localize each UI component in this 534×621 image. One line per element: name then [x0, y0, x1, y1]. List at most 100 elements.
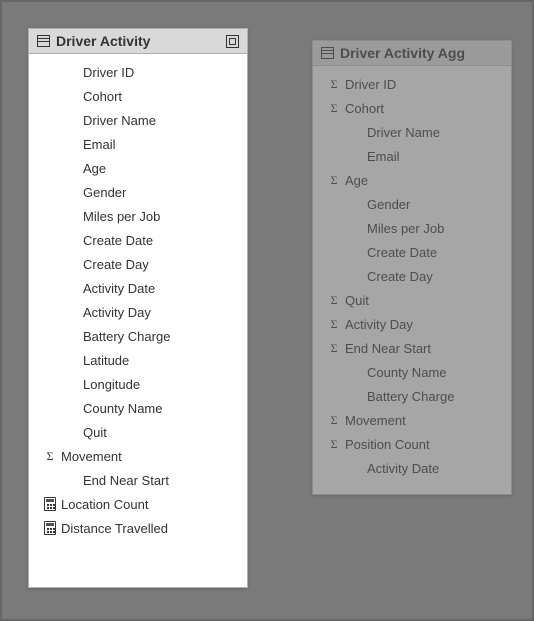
field-label: Cohort — [345, 101, 501, 116]
field-row[interactable]: Movement — [323, 408, 501, 432]
field-row[interactable]: Email — [39, 132, 237, 156]
field-row[interactable]: Email — [323, 144, 501, 168]
row-icon-slot — [39, 521, 61, 535]
sigma-icon — [331, 414, 338, 426]
table-icon — [37, 35, 50, 47]
field-row[interactable]: Driver Name — [39, 108, 237, 132]
field-row[interactable]: Latitude — [39, 348, 237, 372]
field-label: Position Count — [345, 437, 501, 452]
field-label: Latitude — [83, 353, 237, 368]
field-label: End Near Start — [345, 341, 501, 356]
field-row[interactable]: Activity Date — [323, 456, 501, 480]
card-header[interactable]: Driver Activity Agg — [313, 41, 511, 66]
field-row[interactable]: End Near Start — [323, 336, 501, 360]
field-row[interactable]: Age — [39, 156, 237, 180]
row-icon-slot — [323, 342, 345, 354]
field-label: Driver ID — [345, 77, 501, 92]
field-label: Gender — [83, 185, 237, 200]
card-header[interactable]: Driver Activity — [29, 29, 247, 54]
field-label: Activity Day — [83, 305, 237, 320]
row-icon-slot — [323, 318, 345, 330]
field-label: Email — [83, 137, 237, 152]
field-row[interactable]: Longitude — [39, 372, 237, 396]
table-card-driver-activity[interactable]: Driver Activity Driver ID Cohort Driver Nam… — [28, 28, 248, 588]
field-label: County Name — [367, 365, 501, 380]
field-label: Age — [345, 173, 501, 188]
field-row[interactable]: Location Count — [39, 492, 237, 516]
field-row[interactable]: Distance Travelled — [39, 516, 237, 540]
row-icon-slot — [39, 497, 61, 511]
sigma-icon — [331, 318, 338, 330]
field-label: Distance Travelled — [61, 521, 237, 536]
field-label: Battery Charge — [83, 329, 237, 344]
row-icon-slot — [323, 78, 345, 90]
field-row[interactable]: End Near Start — [39, 468, 237, 492]
field-row[interactable]: Position Count — [323, 432, 501, 456]
field-label: Driver Name — [367, 125, 501, 140]
field-label: Create Day — [83, 257, 237, 272]
field-row[interactable]: Create Date — [39, 228, 237, 252]
field-label: Cohort — [83, 89, 237, 104]
field-label: Location Count — [61, 497, 237, 512]
field-label: County Name — [83, 401, 237, 416]
row-icon-slot — [323, 102, 345, 114]
field-row[interactable]: Cohort — [39, 84, 237, 108]
table-card-driver-activity-agg[interactable]: Driver Activity AggDriver IDCohortDriver… — [312, 40, 512, 495]
field-row[interactable]: County Name — [39, 396, 237, 420]
sigma-icon — [331, 174, 338, 186]
field-row[interactable]: Create Date — [323, 240, 501, 264]
field-label: Activity Date — [367, 461, 501, 476]
field-row[interactable]: Miles per Job — [323, 216, 501, 240]
field-row[interactable]: Activity Date — [39, 276, 237, 300]
field-row[interactable]: Driver ID — [323, 72, 501, 96]
row-icon-slot — [323, 414, 345, 426]
aggregate-icon — [226, 35, 239, 48]
field-row[interactable]: Create Day — [323, 264, 501, 288]
sigma-icon — [331, 438, 338, 450]
field-row[interactable]: Age — [323, 168, 501, 192]
calculator-icon — [44, 521, 56, 535]
calculator-icon — [44, 497, 56, 511]
field-row[interactable]: Battery Charge — [323, 384, 501, 408]
sigma-icon — [331, 294, 338, 306]
field-label: Activity Date — [83, 281, 237, 296]
sigma-icon — [331, 78, 338, 90]
row-icon-slot — [323, 174, 345, 186]
field-row[interactable]: Quit — [323, 288, 501, 312]
field-label: Quit — [345, 293, 501, 308]
field-label: Create Date — [83, 233, 237, 248]
row-icon-slot — [39, 450, 61, 462]
field-row[interactable]: Driver ID — [39, 60, 237, 84]
field-label: Miles per Job — [367, 221, 501, 236]
sigma-icon — [331, 342, 338, 354]
field-row[interactable]: Activity Day — [39, 300, 237, 324]
field-row[interactable]: Battery Charge — [39, 324, 237, 348]
card-title: Driver Activity — [56, 33, 150, 49]
field-label: Driver ID — [83, 65, 237, 80]
field-label: Email — [367, 149, 501, 164]
card-body: Driver ID Cohort Driver Name Email Age Gender… — [29, 54, 247, 554]
field-row[interactable]: Gender — [323, 192, 501, 216]
field-row[interactable]: Movement — [39, 444, 237, 468]
field-row[interactable]: County Name — [323, 360, 501, 384]
card-title: Driver Activity Agg — [340, 45, 465, 61]
field-label: Create Date — [367, 245, 501, 260]
field-row[interactable]: Create Day — [39, 252, 237, 276]
field-label: Longitude — [83, 377, 237, 392]
row-icon-slot — [323, 294, 345, 306]
field-label: End Near Start — [83, 473, 237, 488]
field-label: Driver Name — [83, 113, 237, 128]
field-label: Battery Charge — [367, 389, 501, 404]
field-label: Movement — [61, 449, 237, 464]
field-label: Activity Day — [345, 317, 501, 332]
field-row[interactable]: Miles per Job — [39, 204, 237, 228]
field-label: Gender — [367, 197, 501, 212]
field-label: Create Day — [367, 269, 501, 284]
field-row[interactable]: Activity Day — [323, 312, 501, 336]
card-body: Driver ID Cohort Driver Name Email Age Gender… — [313, 66, 511, 494]
field-row[interactable]: Driver Name — [323, 120, 501, 144]
row-icon-slot — [323, 438, 345, 450]
field-row[interactable]: Gender — [39, 180, 237, 204]
field-row[interactable]: Cohort — [323, 96, 501, 120]
field-row[interactable]: Quit — [39, 420, 237, 444]
